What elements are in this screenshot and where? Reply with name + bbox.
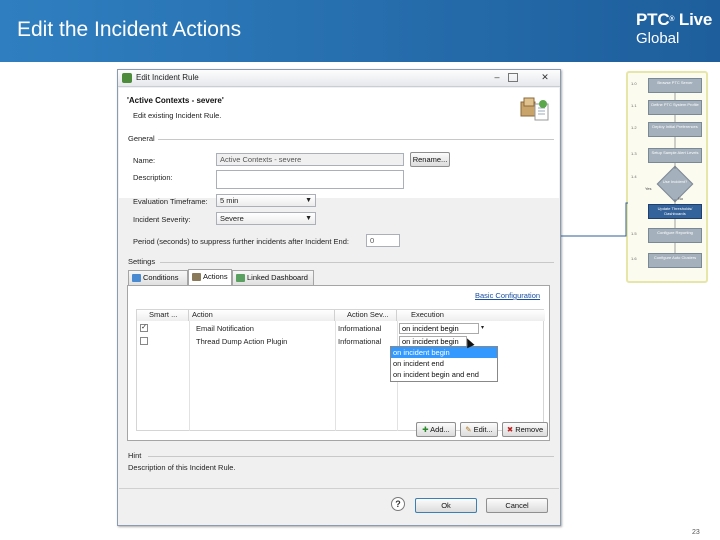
edit-icon: ✎: [465, 425, 472, 434]
slide-header: Edit the Incident Actions PTC® Live Glob…: [0, 0, 720, 62]
rename-button[interactable]: Rename...: [410, 152, 450, 167]
execution-option[interactable]: on incident begin and end: [391, 369, 497, 380]
smart-checkbox[interactable]: ✓: [140, 324, 148, 332]
highlight-connector: [561, 202, 628, 237]
suppress-period-label: Period (seconds) to suppress further inc…: [133, 237, 349, 246]
remove-button[interactable]: ✖ Remove: [502, 422, 548, 437]
description-label: Description:: [133, 173, 173, 182]
col-header-execution[interactable]: Execution: [397, 310, 545, 321]
description-field[interactable]: [216, 170, 404, 189]
general-group-label: General: [128, 134, 155, 143]
execution-option[interactable]: on incident begin: [391, 347, 497, 358]
conditions-icon: [132, 274, 141, 282]
dialog-titlebar: Edit Incident Rule – ✕: [118, 70, 560, 87]
help-icon[interactable]: ?: [391, 497, 405, 511]
col-header-smart[interactable]: Smart ...: [137, 310, 189, 321]
cancel-button[interactable]: Cancel: [486, 498, 548, 513]
window-title: Edit Incident Rule: [136, 73, 199, 82]
edit-incident-rule-dialog: Edit Incident Rule – ✕ 'Active Contexts …: [117, 69, 561, 526]
tab-linked-dashboard[interactable]: Linked Dashboard: [232, 270, 314, 285]
execution-dropdown-list: on incident begin on incident end on inc…: [390, 346, 498, 382]
actions-icon: [192, 273, 201, 281]
remove-icon: ✖: [506, 425, 514, 434]
slide-title: Edit the Incident Actions: [17, 18, 242, 41]
settings-group-label: Settings: [128, 257, 156, 266]
dialog-subtitle: Edit existing Incident Rule.: [133, 111, 222, 120]
dialog-heading: 'Active Contexts - severe': [127, 96, 224, 105]
footer-divider: [119, 488, 559, 489]
chevron-down-icon[interactable]: ▾: [478, 323, 484, 334]
restore-icon[interactable]: [508, 73, 518, 82]
tab-actions[interactable]: Actions: [188, 269, 232, 285]
edit-button[interactable]: ✎ Edit...: [460, 422, 498, 437]
evaluation-timeframe-select[interactable]: 5 min ▼: [216, 194, 316, 207]
column-divider: [189, 321, 190, 431]
page-number: 23: [692, 529, 700, 536]
smart-checkbox[interactable]: [140, 337, 148, 345]
severity-cell: Informational: [338, 324, 382, 333]
ptc-live-global-logo: PTC® Live Global: [636, 10, 713, 47]
suppress-period-field[interactable]: 0: [366, 234, 400, 247]
settings-divider: [160, 262, 554, 263]
execution-select[interactable]: on incident begin: [399, 323, 479, 334]
col-header-action[interactable]: Action: [189, 310, 335, 321]
name-label: Name:: [133, 156, 156, 165]
add-icon: ✚: [422, 425, 429, 434]
process-flow-diagram: 1.0 Browse PTC Server 1.1 Define PTC Sys…: [626, 71, 708, 283]
general-divider: [158, 139, 554, 140]
minimize-icon[interactable]: –: [490, 72, 504, 83]
app-icon: [122, 73, 132, 83]
dashboard-icon: [236, 274, 245, 282]
wizard-banner-icon: [520, 97, 549, 121]
name-field[interactable]: Active Contexts - severe: [216, 153, 404, 166]
chevron-down-icon: ▼: [305, 197, 312, 204]
severity-cell: Informational: [338, 337, 382, 346]
hint-divider: [148, 456, 554, 457]
action-cell: Email Notification: [196, 324, 254, 333]
tab-conditions[interactable]: Conditions: [128, 270, 188, 285]
evaluation-timeframe-label: Evaluation Timeframe:: [133, 197, 208, 206]
chevron-down-icon: ▼: [305, 215, 312, 222]
ok-button[interactable]: Ok: [415, 498, 477, 513]
hint-text: Description of this Incident Rule.: [128, 463, 236, 472]
flow-connectors: [674, 93, 676, 253]
action-cell: Thread Dump Action Plugin: [196, 337, 288, 346]
decision-label: Use Incident?: [662, 179, 688, 184]
incident-severity-select[interactable]: Severe ▼: [216, 212, 316, 225]
col-header-action-severity[interactable]: Action Sev...: [335, 310, 397, 321]
incident-severity-label: Incident Severity:: [133, 215, 191, 224]
close-icon[interactable]: ✕: [538, 72, 552, 83]
execution-option[interactable]: on incident end: [391, 358, 497, 369]
basic-configuration-link[interactable]: Basic Configuration: [475, 291, 540, 300]
hint-group-label: Hint: [128, 451, 142, 460]
add-button[interactable]: ✚ Add...: [416, 422, 456, 437]
